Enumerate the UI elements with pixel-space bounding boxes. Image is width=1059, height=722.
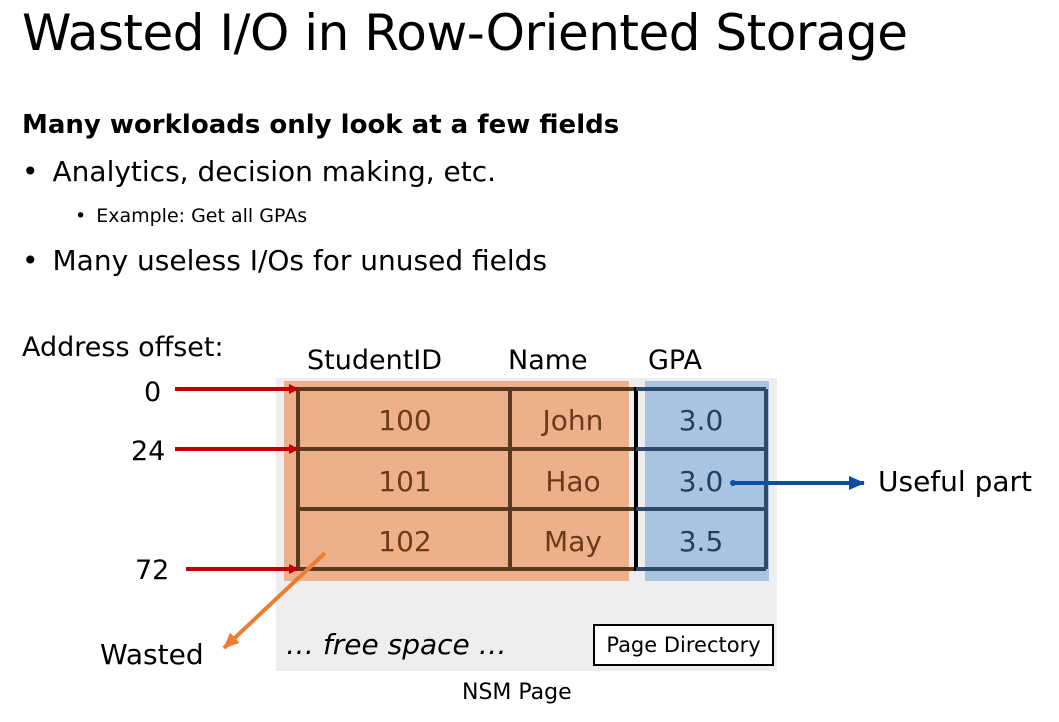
- useful-part-label: Useful part: [878, 465, 1033, 498]
- cell-studentid: 100: [378, 404, 432, 437]
- address-offset-label: Address offset:: [22, 332, 224, 363]
- cell-gpa: 3.0: [678, 465, 724, 498]
- cell-name: May: [544, 525, 602, 558]
- page-directory-label: Page Directory: [606, 633, 761, 657]
- offset-label-24: 24: [131, 436, 166, 467]
- free-space-label: … free space …: [286, 628, 507, 661]
- cell-studentid: 102: [378, 525, 432, 558]
- nsm-page-label: NSM Page: [462, 680, 572, 705]
- cell-name: Hao: [545, 465, 601, 498]
- cell-studentid: 101: [378, 465, 432, 498]
- cell-gpa: 3.5: [678, 525, 724, 558]
- column-header-gpa: GPA: [648, 345, 702, 376]
- offset-label-72: 72: [135, 555, 170, 586]
- page-directory-box: Page Directory: [593, 624, 774, 666]
- offset-label-0: 0: [144, 377, 162, 408]
- cell-name: John: [542, 404, 604, 437]
- column-header-studentid: StudentID: [307, 345, 443, 376]
- wasted-label: Wasted: [100, 638, 204, 671]
- cell-gpa: 3.0: [678, 404, 724, 437]
- column-header-name: Name: [508, 345, 588, 376]
